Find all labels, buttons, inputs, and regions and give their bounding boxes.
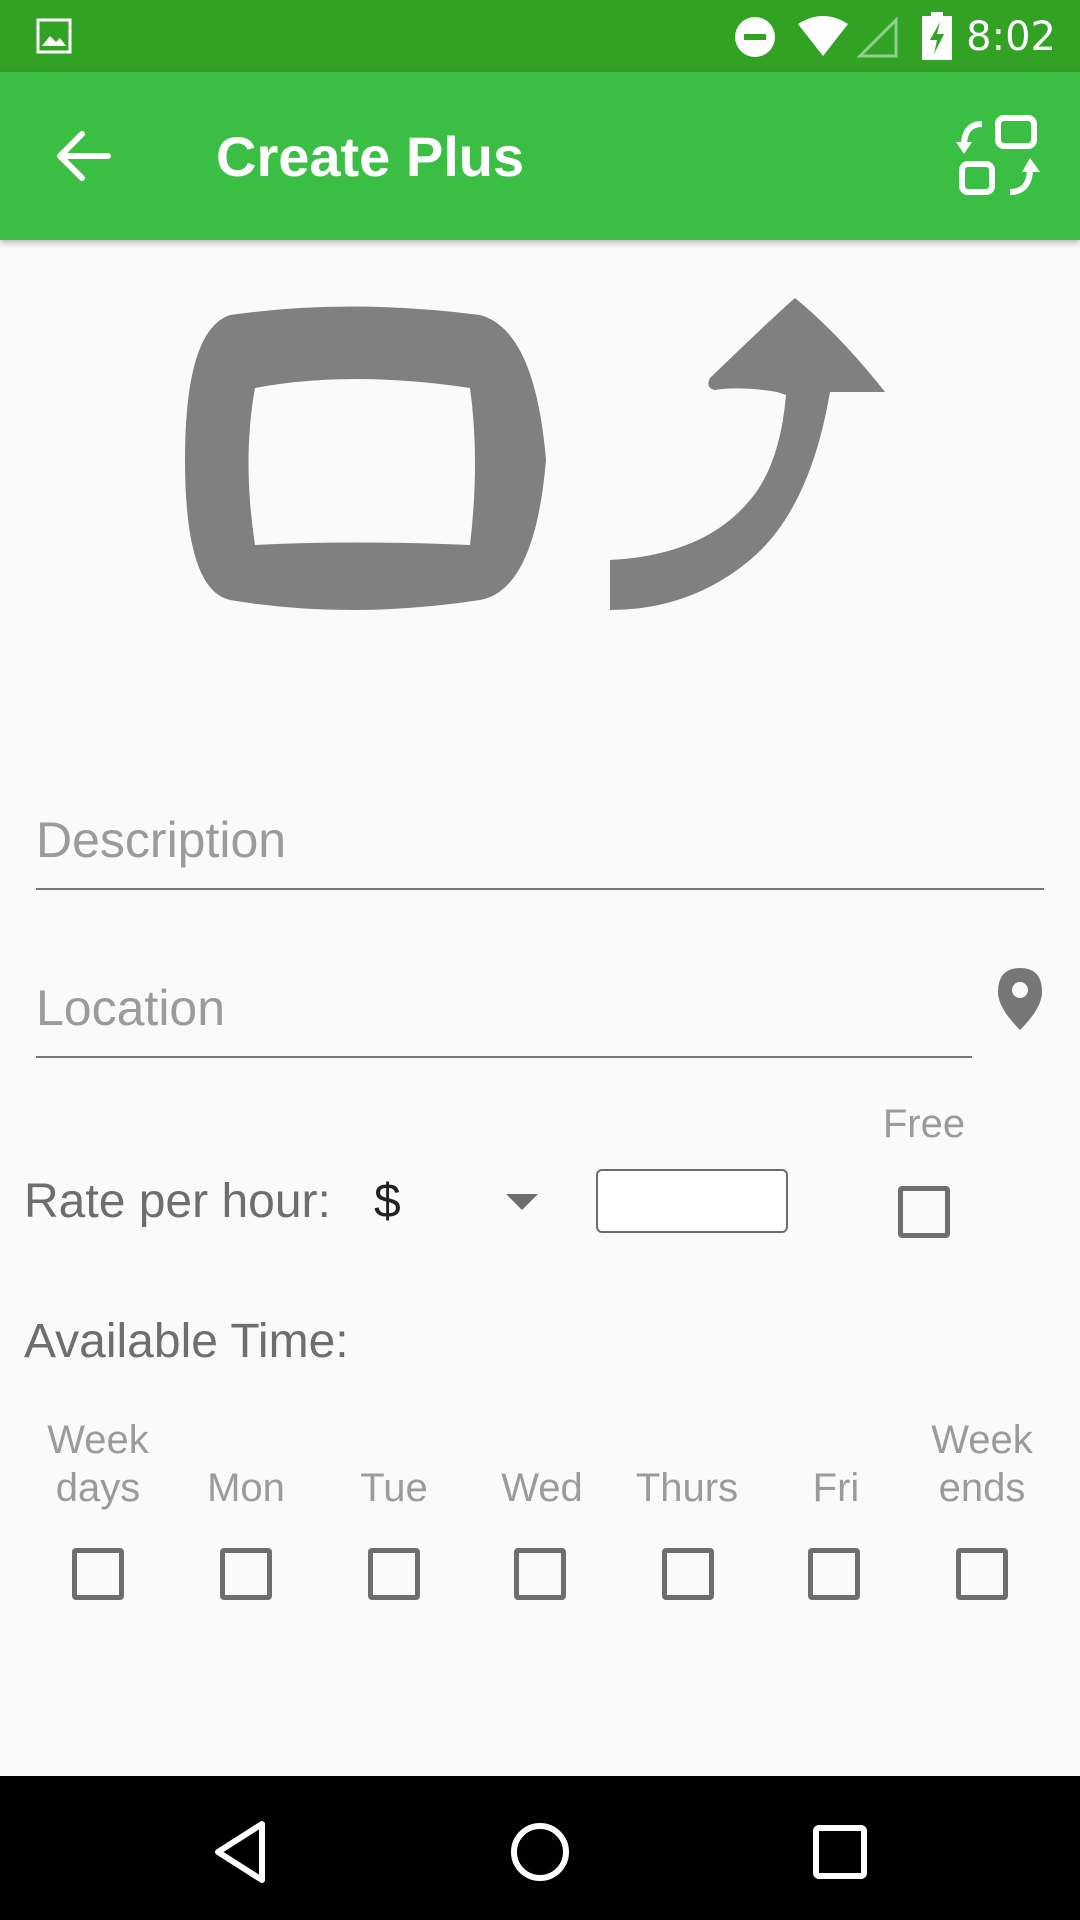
rate-input[interactable] xyxy=(596,1169,788,1233)
switch-views-logo-icon xyxy=(185,298,885,610)
status-time: 8:02 xyxy=(966,14,1056,60)
day-label-line2: Tue xyxy=(360,1466,428,1510)
day-label-line1: Week xyxy=(931,1418,1033,1462)
day-label-line2: ends xyxy=(938,1466,1026,1510)
wifi-icon xyxy=(798,16,848,56)
day-label-line2: Mon xyxy=(207,1466,285,1510)
fri-checkbox[interactable] xyxy=(808,1548,860,1600)
page-title: Create Plus xyxy=(216,125,525,188)
day-label-line2: days xyxy=(55,1466,141,1510)
available-time-label: Available Time: xyxy=(24,1315,349,1368)
do-not-disturb-icon xyxy=(735,17,775,57)
day-label: Week ends xyxy=(922,1416,1042,1512)
location-input[interactable] xyxy=(36,972,972,1044)
home-circle-icon[interactable] xyxy=(500,1812,580,1892)
day-label: Week days xyxy=(38,1416,158,1512)
thurs-checkbox[interactable] xyxy=(662,1548,714,1600)
battery-charging-icon xyxy=(922,12,952,60)
day-label-line2: Thurs xyxy=(635,1466,739,1510)
day-label: Mon xyxy=(186,1464,306,1512)
app-bar: Create Plus xyxy=(0,72,1080,240)
currency-value: $ xyxy=(374,1175,401,1228)
day-label: Wed xyxy=(482,1464,602,1512)
tue-checkbox[interactable] xyxy=(368,1548,420,1600)
wed-checkbox[interactable] xyxy=(514,1548,566,1600)
rate-label: Rate per hour: xyxy=(24,1175,331,1228)
image-notification-icon xyxy=(36,18,72,54)
back-triangle-icon[interactable] xyxy=(200,1812,280,1892)
weekends-checkbox[interactable] xyxy=(956,1548,1008,1600)
day-label-line2: Fri xyxy=(812,1466,860,1510)
day-label-line2: Wed xyxy=(501,1466,583,1510)
day-label: Fri xyxy=(776,1464,896,1512)
mon-checkbox[interactable] xyxy=(220,1548,272,1600)
status-bar: 8:02 xyxy=(0,0,1080,72)
description-underline xyxy=(36,888,1044,890)
system-nav-bar xyxy=(0,1776,1080,1920)
day-label-line1: Week xyxy=(47,1418,149,1462)
free-checkbox[interactable] xyxy=(898,1186,950,1238)
description-field xyxy=(36,804,1044,890)
location-field xyxy=(36,972,972,1058)
currency-dropdown[interactable]: $ xyxy=(370,1166,550,1240)
day-label: Thurs xyxy=(622,1464,752,1512)
weekdays-checkbox[interactable] xyxy=(72,1548,124,1600)
recents-square-icon[interactable] xyxy=(800,1812,880,1892)
day-label: Tue xyxy=(334,1464,454,1512)
location-underline xyxy=(36,1056,972,1058)
map-pin-icon[interactable] xyxy=(994,966,1046,1032)
arrow-back-icon[interactable] xyxy=(44,116,124,196)
free-label: Free xyxy=(882,1102,966,1146)
switch-views-icon[interactable] xyxy=(954,112,1044,202)
cell-signal-icon xyxy=(856,16,898,58)
dropdown-arrow-icon xyxy=(506,1194,538,1210)
description-input[interactable] xyxy=(36,804,1044,876)
